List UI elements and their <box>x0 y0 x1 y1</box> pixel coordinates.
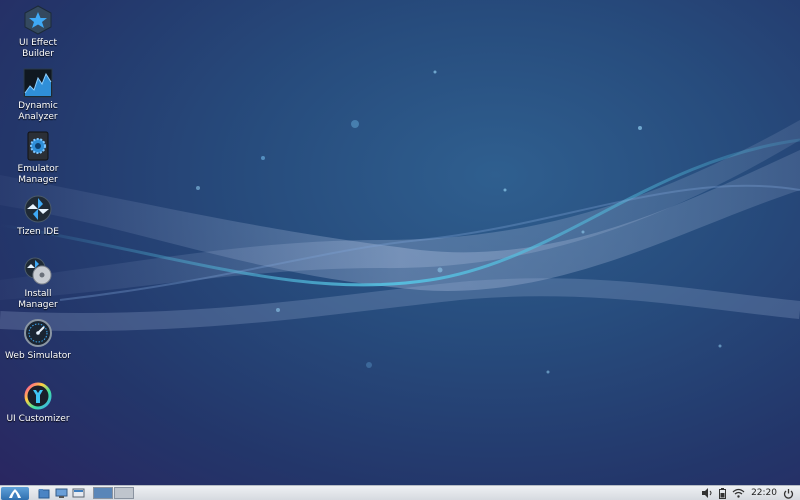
desktop-icon-ui-customizer[interactable]: UI Customizer <box>0 381 76 425</box>
pinwheel-icon <box>24 195 52 223</box>
desktop-icon-label: Web Simulator <box>5 351 71 361</box>
desktop-icon-dynamic-analyzer[interactable]: Dynamic Analyzer <box>0 68 76 123</box>
taskbar: 22:20 <box>0 485 800 500</box>
network-browser-launcher[interactable] <box>54 487 68 500</box>
network-computer-icon <box>55 488 67 498</box>
desktop-icon-label: Tizen IDE <box>17 227 59 237</box>
workspace-2[interactable] <box>114 487 134 499</box>
desktop-icon-emulator-manager[interactable]: Emulator Manager <box>0 131 76 186</box>
desktop-icon-install-manager[interactable]: Install Manager <box>0 256 76 311</box>
desktop-icon-label: UI Customizer <box>6 414 70 424</box>
file-manager-launcher[interactable] <box>37 487 51 500</box>
desktop-icon-label: Emulator Manager <box>17 164 59 185</box>
distro-logo-icon <box>9 488 21 498</box>
gauge-icon <box>24 319 52 347</box>
desktop-wallpaper <box>0 70 800 374</box>
pinwheel-cd-icon <box>24 257 52 285</box>
system-tray: 22:20 <box>701 487 800 499</box>
workspace-1[interactable] <box>93 487 113 499</box>
show-desktop-launcher[interactable] <box>71 487 85 500</box>
wifi-icon[interactable] <box>732 488 745 498</box>
desktop-icon-web-simulator[interactable]: Web Simulator <box>0 318 76 362</box>
star-hexagon-icon <box>24 5 52 35</box>
waveform-chart-icon <box>23 68 53 98</box>
battery-icon[interactable] <box>719 487 727 499</box>
desktop-icon-label: Install Manager <box>18 289 58 310</box>
gear-phone-icon <box>27 131 49 161</box>
desktop-icon-label: UI Effect Builder <box>18 38 57 59</box>
volume-icon[interactable] <box>701 488 713 498</box>
desktop-icon-ui-effect-builder[interactable]: UI Effect Builder <box>0 5 76 60</box>
folder-icon <box>38 488 50 498</box>
clock[interactable]: 22:20 <box>751 488 777 498</box>
show-desktop-icon <box>72 488 84 497</box>
desktop-icon-label: Dynamic Analyzer <box>18 101 58 122</box>
ring-wrench-icon <box>24 382 52 410</box>
power-icon[interactable] <box>783 488 794 499</box>
desktop-icon-tizen-ide[interactable]: Tizen IDE <box>0 194 76 238</box>
application-menu-button[interactable] <box>1 486 29 500</box>
